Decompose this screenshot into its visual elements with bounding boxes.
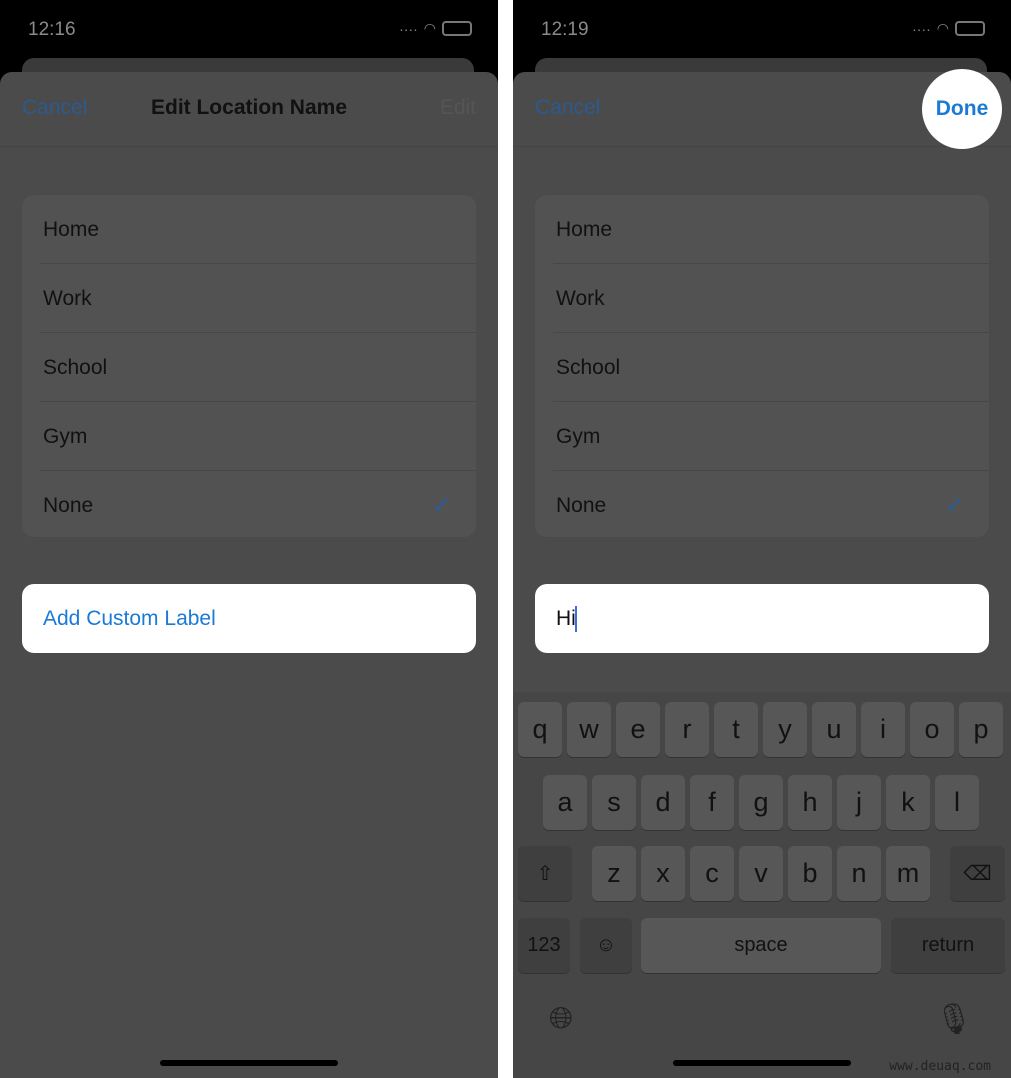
keyboard: 🌐︎ 🎙︎ q w e r t y u i o p a s d f g h j k l ⇧ z x c v b n m ⌫ 123 ☺ sp… xyxy=(513,692,1011,1078)
key-z[interactable]: z xyxy=(592,846,636,901)
list-item-home[interactable]: Home xyxy=(535,195,989,264)
return-key[interactable]: return xyxy=(891,918,1005,973)
key-y[interactable]: y xyxy=(763,702,807,757)
key-j[interactable]: j xyxy=(837,775,881,830)
key-g[interactable]: g xyxy=(739,775,783,830)
done-button[interactable]: Done xyxy=(922,69,1002,149)
status-time: 12:16 xyxy=(28,19,76,40)
list-item-school[interactable]: School xyxy=(22,333,476,402)
numbers-key[interactable]: 123 xyxy=(518,918,570,973)
key-o[interactable]: o xyxy=(910,702,954,757)
space-key[interactable]: space xyxy=(641,918,881,973)
key-n[interactable]: n xyxy=(837,846,881,901)
key-v[interactable]: v xyxy=(739,846,783,901)
key-b[interactable]: b xyxy=(788,846,832,901)
key-r[interactable]: r xyxy=(665,702,709,757)
microphone-icon[interactable]: 🎙︎ xyxy=(935,1002,973,1037)
key-c[interactable]: c xyxy=(690,846,734,901)
item-label: School xyxy=(43,355,108,379)
custom-label-text: Add Custom Label xyxy=(43,606,216,630)
status-icons: ···· ◠ xyxy=(912,20,985,37)
list-item-gym[interactable]: Gym xyxy=(22,402,476,471)
battery-icon xyxy=(955,21,985,36)
key-i[interactable]: i xyxy=(861,702,905,757)
key-l[interactable]: l xyxy=(935,775,979,830)
key-q[interactable]: q xyxy=(518,702,562,757)
key-d[interactable]: d xyxy=(641,775,685,830)
list-item-work[interactable]: Work xyxy=(535,264,989,333)
list-item-gym[interactable]: Gym xyxy=(535,402,989,471)
item-label: Work xyxy=(43,286,92,310)
nav-bar: Cancel Done xyxy=(513,69,1011,149)
checkmark-icon: ✓ xyxy=(944,492,965,519)
list-item-none[interactable]: None ✓ xyxy=(22,471,476,540)
page-title: Edit Location Name xyxy=(150,96,348,119)
location-list: Home Work School Gym None ✓ xyxy=(535,195,989,537)
item-label: School xyxy=(556,355,621,379)
key-t[interactable]: t xyxy=(714,702,758,757)
list-item-home[interactable]: Home xyxy=(22,195,476,264)
location-list: Home Work School Gym None ✓ xyxy=(22,195,476,537)
item-label: None xyxy=(43,493,94,517)
emoji-key[interactable]: ☺ xyxy=(580,918,632,973)
key-e[interactable]: e xyxy=(616,702,660,757)
key-h[interactable]: h xyxy=(788,775,832,830)
edit-button[interactable]: Edit xyxy=(440,96,476,120)
right-phone-screen: 12:19 ···· ◠ Cancel Done Home Work School… xyxy=(513,0,1011,1078)
list-item-none[interactable]: None ✓ xyxy=(535,471,989,540)
item-label: Gym xyxy=(43,424,88,448)
key-s[interactable]: s xyxy=(592,775,636,830)
key-x[interactable]: x xyxy=(641,846,685,901)
globe-icon[interactable]: 🌐︎ xyxy=(549,1002,573,1036)
done-label: Done xyxy=(935,97,989,120)
checkmark-icon: ✓ xyxy=(431,492,452,519)
key-w[interactable]: w xyxy=(567,702,611,757)
edit-location-sheet: Cancel Edit Location Name Edit Home Work… xyxy=(0,72,498,1078)
status-time: 12:19 xyxy=(541,19,589,40)
nav-bar: Cancel Edit Location Name Edit xyxy=(0,72,498,147)
signal-icon: ···· xyxy=(399,20,418,37)
wifi-icon: ◠ xyxy=(936,20,949,36)
list-item-work[interactable]: Work xyxy=(22,264,476,333)
cancel-button[interactable]: Cancel xyxy=(535,96,600,120)
home-indicator xyxy=(673,1060,851,1066)
key-m[interactable]: m xyxy=(886,846,930,901)
status-icons: ···· ◠ xyxy=(399,20,472,37)
custom-label-input[interactable]: Hi xyxy=(535,584,989,653)
edit-location-sheet: Cancel Done Home Work School Gym None ✓ H… xyxy=(513,69,1011,1078)
delete-key[interactable]: ⌫ xyxy=(950,846,1005,901)
wifi-icon: ◠ xyxy=(423,20,436,36)
signal-icon: ···· xyxy=(912,20,931,37)
key-k[interactable]: k xyxy=(886,775,930,830)
watermark: www.deuaq.com xyxy=(889,1059,991,1074)
left-phone-screen: 12:16 ···· ◠ Cancel Edit Location Name Ed… xyxy=(0,0,498,1078)
item-label: Work xyxy=(556,286,605,310)
key-f[interactable]: f xyxy=(690,775,734,830)
list-item-school[interactable]: School xyxy=(535,333,989,402)
key-u[interactable]: u xyxy=(812,702,856,757)
item-label: Gym xyxy=(556,424,601,448)
item-label: Home xyxy=(43,217,100,241)
key-p[interactable]: p xyxy=(959,702,1003,757)
shift-key[interactable]: ⇧ xyxy=(518,846,572,901)
item-label: None xyxy=(556,493,607,517)
key-a[interactable]: a xyxy=(543,775,587,830)
item-label: Home xyxy=(556,217,613,241)
battery-icon xyxy=(442,21,472,36)
text-cursor xyxy=(574,605,577,632)
input-value: Hi xyxy=(556,606,576,630)
home-indicator xyxy=(160,1060,338,1066)
add-custom-label-button[interactable]: Add Custom Label xyxy=(22,584,476,653)
